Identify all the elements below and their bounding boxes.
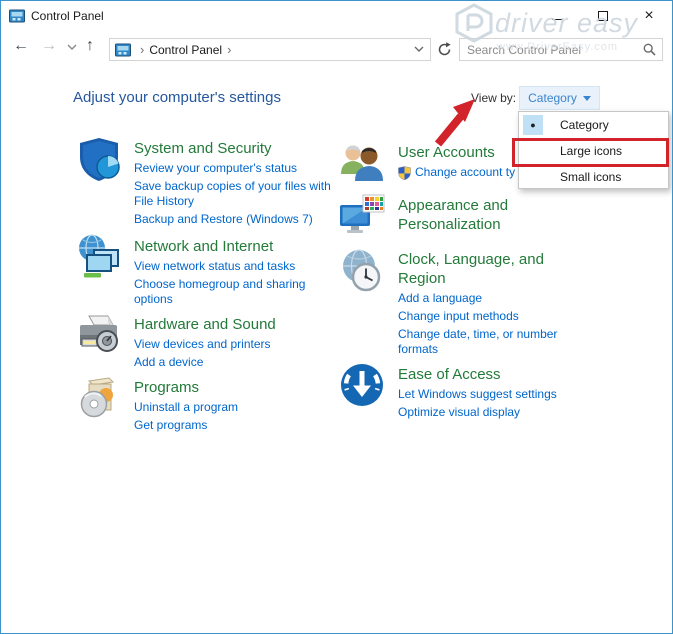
forward-button[interactable]: →: [41, 35, 57, 57]
task-link[interactable]: View devices and printers: [134, 337, 344, 352]
search-icon[interactable]: [643, 43, 656, 56]
task-link[interactable]: Choose homegroup and sharing options: [134, 277, 344, 307]
task-link[interactable]: Backup and Restore (Windows 7): [134, 212, 344, 227]
task-link[interactable]: Get programs: [134, 418, 344, 433]
back-button[interactable]: ←: [13, 35, 29, 57]
view-by-label: View by:: [471, 91, 516, 105]
breadcrumb[interactable]: › Control Panel ›: [109, 38, 431, 61]
up-button[interactable]: ↑: [86, 35, 94, 57]
task-link[interactable]: Change input methods: [398, 309, 576, 324]
task-link[interactable]: Uninstall a program: [134, 400, 344, 415]
recent-pages-chevron-icon[interactable]: [67, 44, 77, 51]
ease-of-access-icon[interactable]: [338, 361, 386, 409]
selected-radio-indicator: ●: [523, 115, 543, 135]
control-panel-icon: [9, 9, 25, 23]
minimize-icon: [552, 19, 563, 20]
caret-down-icon: [583, 96, 591, 101]
maximize-button[interactable]: [580, 1, 626, 31]
category-title-link[interactable]: Clock, Language, and Region: [398, 250, 578, 288]
appearance-personalization-icon[interactable]: [338, 193, 386, 241]
view-by-dropdown[interactable]: Category: [519, 86, 600, 110]
network-internet-icon[interactable]: [75, 233, 123, 281]
menu-item-small-icons[interactable]: Small icons: [519, 164, 668, 190]
address-dropdown-chevron-icon[interactable]: [414, 46, 424, 53]
category-title-link[interactable]: Appearance and Personalization: [398, 196, 578, 234]
category-network-and-internet: Network and Internet View network status…: [134, 237, 344, 310]
page-title: Adjust your computer's settings: [73, 89, 281, 106]
category-ease-of-access: Ease of Access Let Windows suggest setti…: [398, 365, 576, 423]
breadcrumb-item-control-panel[interactable]: Control Panel: [149, 43, 222, 57]
system-security-icon[interactable]: [75, 135, 123, 183]
task-link[interactable]: Save backup copies of your files with Fi…: [134, 179, 344, 209]
navigation-bar: ← → ↑ › Control Panel ›: [1, 31, 672, 63]
menu-item-large-icons[interactable]: Large icons: [519, 138, 668, 164]
view-by-value: Category: [528, 91, 577, 105]
category-system-and-security: System and Security Review your computer…: [134, 139, 344, 230]
task-link[interactable]: Review your computer's status: [134, 161, 344, 176]
category-clock-language-region: Clock, Language, and Region Add a langua…: [398, 250, 576, 360]
view-by-menu: ● Category Large icons Small icons: [518, 111, 669, 189]
category-programs: Programs Uninstall a program Get program…: [134, 378, 344, 436]
search-input[interactable]: [460, 43, 643, 57]
clock-language-region-icon[interactable]: [338, 247, 386, 295]
user-accounts-icon[interactable]: [338, 139, 386, 187]
minimize-button[interactable]: [534, 1, 580, 31]
programs-icon[interactable]: [75, 373, 123, 421]
task-link[interactable]: Let Windows suggest settings: [398, 387, 576, 402]
task-link[interactable]: Add a language: [398, 291, 576, 306]
breadcrumb-control-panel-icon: [115, 43, 131, 57]
close-icon: ×: [644, 7, 653, 25]
window-title: Control Panel: [31, 9, 104, 23]
menu-item-category[interactable]: ● Category: [519, 112, 668, 138]
category-title-link[interactable]: System and Security: [134, 139, 344, 158]
category-title-link[interactable]: Network and Internet: [134, 237, 344, 256]
task-link[interactable]: Add a device: [134, 355, 344, 370]
hardware-sound-icon[interactable]: [75, 311, 123, 359]
radio-dot-icon: ●: [530, 120, 535, 130]
maximize-icon: [598, 11, 608, 21]
task-link[interactable]: Optimize visual display: [398, 405, 576, 420]
category-title-link[interactable]: Programs: [134, 378, 344, 397]
crumb-separator-icon[interactable]: ›: [227, 42, 231, 57]
category-title-link[interactable]: Hardware and Sound: [134, 315, 344, 334]
category-appearance-personalization: Appearance and Personalization: [398, 196, 576, 237]
task-link[interactable]: View network status and tasks: [134, 259, 344, 274]
crumb-separator-icon: ›: [140, 42, 144, 57]
task-link[interactable]: Change date, time, or number formats: [398, 327, 576, 357]
category-title-link[interactable]: Ease of Access: [398, 365, 578, 384]
close-button[interactable]: ×: [626, 1, 672, 31]
uac-shield-icon: [398, 166, 411, 180]
search-box[interactable]: [459, 38, 663, 61]
category-hardware-and-sound: Hardware and Sound View devices and prin…: [134, 315, 344, 373]
titlebar: Control Panel ×: [1, 1, 672, 31]
control-panel-window: driver easy www.DriverEasy.com Control P…: [0, 0, 673, 634]
refresh-icon[interactable]: [437, 42, 452, 57]
